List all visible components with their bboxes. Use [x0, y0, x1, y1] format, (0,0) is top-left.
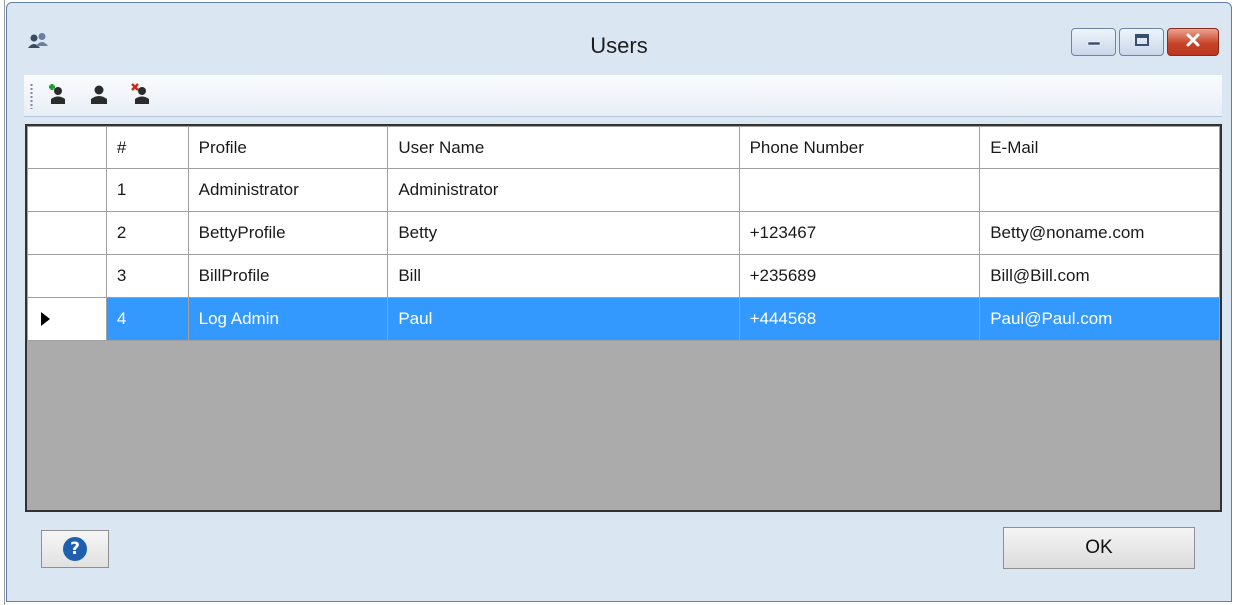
column-header-number[interactable]: # — [105, 126, 189, 169]
row-header[interactable] — [27, 211, 107, 255]
cell-email[interactable]: Paul@Paul.com — [979, 297, 1220, 341]
cell-profile[interactable]: BettyProfile — [187, 211, 389, 255]
cell-phone[interactable] — [738, 168, 981, 212]
table-row[interactable]: 2 BettyProfile Betty +123467 Betty@nonam… — [27, 211, 1220, 255]
cell-user-name[interactable]: Betty — [387, 211, 740, 255]
users-grid[interactable]: # Profile User Name Phone Number E-Mail … — [25, 124, 1222, 512]
cell-phone[interactable]: +235689 — [738, 254, 981, 298]
cell-number[interactable]: 3 — [105, 254, 189, 298]
cell-profile[interactable]: Administrator — [187, 168, 389, 212]
user-add-icon — [45, 82, 69, 111]
user-icon — [87, 82, 111, 111]
cell-number[interactable]: 1 — [105, 168, 189, 212]
current-row-arrow-icon — [41, 312, 50, 326]
cell-phone[interactable]: +123467 — [738, 211, 981, 255]
table-row[interactable]: 3 BillProfile Bill +235689 Bill@Bill.com — [27, 254, 1220, 298]
cell-user-name[interactable]: Paul — [387, 297, 740, 341]
cell-profile[interactable]: BillProfile — [187, 254, 389, 298]
help-icon: ? — [63, 537, 87, 561]
help-button[interactable]: ? — [41, 530, 109, 568]
row-header-corner[interactable] — [27, 126, 107, 169]
cell-email[interactable] — [979, 168, 1220, 212]
cell-email[interactable]: Bill@Bill.com — [979, 254, 1220, 298]
header-row: # Profile User Name Phone Number E-Mail — [27, 126, 1220, 169]
cell-email[interactable]: Betty@noname.com — [979, 211, 1220, 255]
minimize-button[interactable] — [1071, 28, 1116, 56]
close-icon — [1185, 33, 1201, 52]
row-header[interactable] — [27, 168, 107, 212]
maximize-icon — [1134, 33, 1150, 52]
minimize-icon — [1086, 33, 1102, 51]
window-controls — [1071, 28, 1219, 56]
toolbar — [24, 75, 1222, 117]
row-header-current[interactable] — [27, 297, 107, 341]
cell-user-name[interactable]: Administrator — [387, 168, 740, 212]
cell-user-name[interactable]: Bill — [387, 254, 740, 298]
cell-number[interactable]: 4 — [105, 297, 189, 341]
cell-profile[interactable]: Log Admin — [187, 297, 389, 341]
edit-user-button[interactable] — [82, 79, 116, 113]
title-bar[interactable]: Users — [7, 3, 1231, 67]
table-row-selected[interactable]: 4 Log Admin Paul +444568 Paul@Paul.com — [27, 297, 1220, 341]
column-header-phone-number[interactable]: Phone Number — [738, 126, 981, 169]
cell-phone[interactable]: +444568 — [738, 297, 981, 341]
users-table: # Profile User Name Phone Number E-Mail … — [27, 126, 1220, 341]
window-title: Users — [590, 33, 648, 58]
close-button[interactable] — [1167, 28, 1219, 56]
column-header-user-name[interactable]: User Name — [387, 126, 740, 169]
background-window-edge — [0, 0, 5, 605]
delete-user-button[interactable] — [124, 79, 158, 113]
add-user-button[interactable] — [40, 79, 74, 113]
column-header-email[interactable]: E-Mail — [979, 126, 1220, 169]
table-row[interactable]: 1 Administrator Administrator — [27, 168, 1220, 212]
cell-number[interactable]: 2 — [105, 211, 189, 255]
users-dialog: Users # Profile User Name Phone Number E… — [6, 2, 1232, 602]
column-header-profile[interactable]: Profile — [187, 126, 389, 169]
maximize-button[interactable] — [1119, 28, 1164, 56]
row-header[interactable] — [27, 254, 107, 298]
toolbar-grip[interactable] — [30, 83, 33, 109]
user-delete-icon — [129, 82, 153, 111]
ok-button[interactable]: OK — [1003, 527, 1195, 569]
